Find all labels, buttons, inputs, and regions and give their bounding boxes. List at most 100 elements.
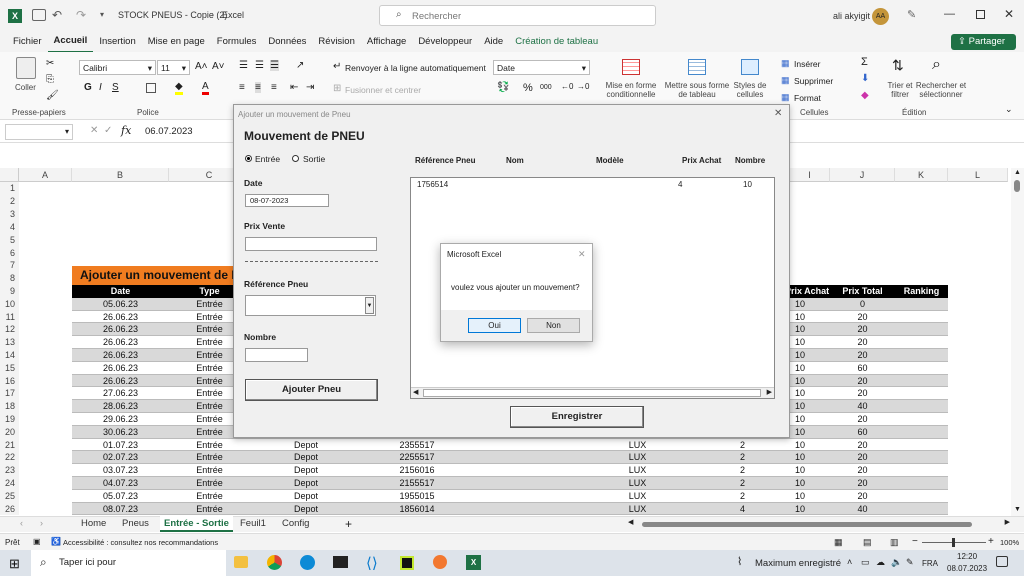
cell-date[interactable]: 05.06.23 — [72, 298, 169, 311]
close-icon[interactable]: ✕ — [1004, 7, 1014, 21]
cell-pt[interactable]: 40 — [830, 503, 895, 516]
cell-date[interactable]: 26.06.23 — [72, 336, 169, 349]
cell-pa[interactable]: 10 — [785, 439, 830, 452]
vertical-scrollbar[interactable]: ▲ ▼ — [1011, 168, 1024, 516]
row-header[interactable]: 7 — [0, 259, 19, 272]
row-header[interactable]: 21 — [0, 438, 19, 452]
row-header[interactable]: 23 — [0, 464, 19, 477]
font-color-icon[interactable]: A — [202, 81, 209, 95]
cell-ref[interactable]: 2255517 — [362, 451, 472, 464]
list-row-reference[interactable]: 1756514 — [417, 180, 448, 189]
wrap-text-button[interactable]: Renvoyer à la ligne automatiquement — [345, 63, 486, 73]
tab-formules[interactable]: Formules — [211, 32, 263, 52]
cell-pa[interactable]: 10 — [785, 375, 830, 388]
row-header[interactable]: 6 — [0, 247, 19, 260]
prix-vente-input[interactable] — [245, 237, 377, 251]
font-size-select[interactable]: 11 ▾ — [157, 60, 190, 75]
row-header[interactable]: 4 — [0, 221, 19, 234]
yes-button[interactable]: Oui — [468, 318, 521, 333]
increase-decimal-icon[interactable]: ←0 — [561, 82, 573, 91]
cell-date[interactable]: 04.07.23 — [72, 477, 169, 490]
cell-type[interactable]: Entrée — [169, 439, 250, 452]
row-header[interactable]: 2 — [0, 195, 19, 208]
row-header[interactable]: 24 — [0, 477, 19, 490]
format-button[interactable]: Format — [794, 93, 821, 103]
tab-donnees[interactable]: Données — [262, 32, 312, 52]
tab-aide[interactable]: Aide — [478, 32, 509, 52]
font-name-select[interactable]: Calibri ▾ — [79, 60, 156, 75]
cell-type[interactable]: Entrée — [169, 477, 250, 490]
autosave-icon[interactable] — [32, 9, 46, 21]
scroll-left-icon[interactable]: ◀ — [628, 518, 633, 526]
sheet-title-banner[interactable]: Ajouter un mouvement de Pneu — [72, 266, 237, 285]
tab-affichage[interactable]: Affichage — [361, 32, 412, 52]
paste-button[interactable]: Coller — [15, 83, 36, 92]
chrome-icon[interactable] — [267, 555, 282, 570]
header-date[interactable]: Date — [72, 285, 169, 298]
column-header-i[interactable]: I — [790, 168, 830, 182]
weather-icon[interactable]: ⌇ — [737, 555, 742, 568]
macro-icon[interactable]: ▣ — [33, 537, 41, 546]
cell-qty[interactable]: 2 — [700, 477, 785, 490]
sheet-tab-feuil1[interactable]: Feuil1 — [236, 516, 270, 532]
cell-type[interactable]: Entrée — [169, 490, 250, 503]
row-header[interactable]: 17 — [0, 387, 19, 401]
app-icon[interactable] — [433, 555, 447, 569]
normal-view-icon[interactable]: ▦ — [834, 537, 843, 548]
cell-pa[interactable]: 10 — [785, 311, 830, 324]
close-icon[interactable]: ✕ — [774, 108, 782, 119]
cell-ref[interactable]: 1955015 — [362, 490, 472, 503]
cell-pa[interactable]: 10 — [785, 387, 830, 400]
cell-date[interactable]: 26.06.23 — [72, 349, 169, 362]
cell-pt[interactable]: 20 — [830, 336, 895, 349]
sheet-tab-home[interactable]: Home — [77, 516, 110, 532]
cell-date[interactable]: 27.06.23 — [72, 387, 169, 400]
zoom-in-icon[interactable]: + — [988, 536, 994, 547]
underline-icon[interactable]: S — [112, 82, 119, 93]
decrease-decimal-icon[interactable]: →0 — [577, 82, 589, 91]
cell-type[interactable]: Entrée — [169, 464, 250, 477]
cell-pa[interactable]: 10 — [785, 323, 830, 336]
cell-loc[interactable]: Depot — [250, 464, 362, 477]
zoom-level[interactable]: 100% — [1000, 538, 1019, 547]
cell-date[interactable]: 26.06.23 — [72, 311, 169, 324]
vscode-icon[interactable]: ⟨⟩ — [366, 554, 378, 572]
undo-icon[interactable]: ↶ — [52, 8, 62, 22]
cell-date[interactable]: 26.06.23 — [72, 323, 169, 336]
pen-tray-icon[interactable]: ✎ — [906, 557, 914, 568]
dropdown-arrow-icon[interactable]: ▼ — [365, 297, 374, 314]
tab-creation-tableau[interactable]: Création de tableau — [509, 32, 604, 52]
row-header[interactable]: 19 — [0, 413, 19, 426]
cell-mod[interactable]: LUX — [590, 490, 685, 503]
cell-pt[interactable]: 20 — [830, 311, 895, 324]
cell-type[interactable]: Entrée — [169, 503, 250, 516]
language-indicator[interactable]: FRA — [922, 559, 938, 568]
row-header[interactable]: 22 — [0, 451, 19, 465]
avatar[interactable]: AA — [872, 8, 889, 25]
grow-font-icon[interactable]: A˄ — [195, 61, 208, 72]
align-bottom-icon[interactable]: ☰ — [270, 60, 279, 71]
merge-button[interactable]: Fusionner et centrer — [345, 85, 421, 95]
cell-pa[interactable]: 10 — [785, 451, 830, 464]
radio-entree[interactable] — [245, 155, 252, 162]
list-row-nombre[interactable]: 10 — [743, 180, 752, 189]
row-header[interactable]: 25 — [0, 489, 19, 503]
zoom-thumb[interactable] — [952, 538, 955, 547]
cell-ref[interactable]: 2355517 — [362, 439, 472, 452]
conditional-format-button[interactable]: Mise en forme conditionnelle — [600, 81, 662, 99]
weather-text[interactable]: Maximum enregistré — [755, 558, 841, 569]
cell-pt[interactable]: 40 — [830, 400, 895, 413]
cell-date[interactable]: 28.06.23 — [72, 400, 169, 413]
row-header[interactable]: 9 — [0, 285, 19, 298]
cell-date[interactable]: 08.07.23 — [72, 503, 169, 516]
column-header-b[interactable]: B — [72, 168, 169, 182]
cell-pa[interactable]: 10 — [785, 503, 830, 516]
borders-icon[interactable] — [146, 83, 156, 93]
indent-increase-icon[interactable]: ⇥ — [306, 82, 314, 93]
cell-pt[interactable]: 60 — [830, 362, 895, 375]
align-middle-icon[interactable]: ☰ — [255, 60, 264, 71]
listbox-scroll-thumb[interactable] — [423, 389, 761, 397]
windows-start-icon[interactable]: ⊞ — [9, 556, 20, 572]
scroll-down-icon[interactable]: ▼ — [1014, 506, 1021, 513]
tab-revision[interactable]: Révision — [312, 32, 360, 52]
